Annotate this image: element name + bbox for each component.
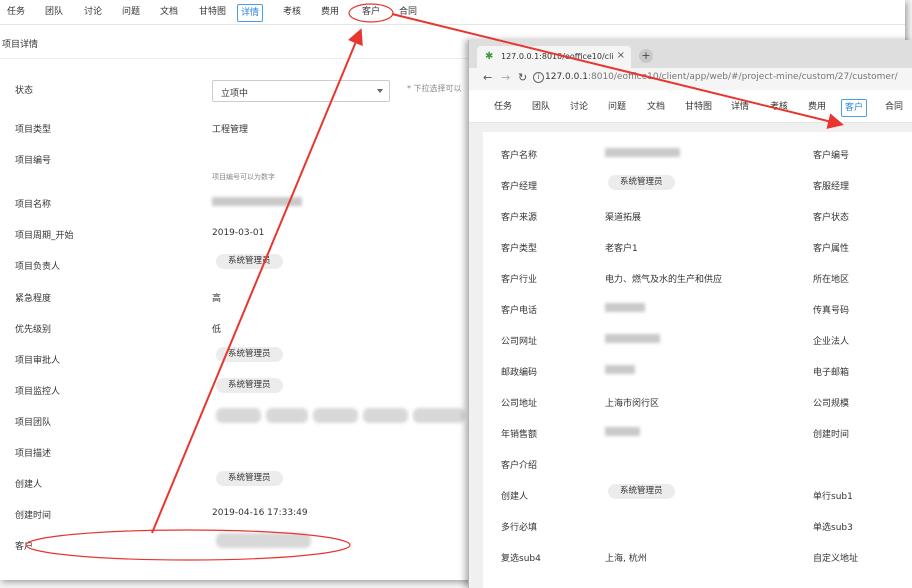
customer-field-circle [25,529,351,561]
annotation-arrow [151,28,363,534]
customer-tab-circle [348,3,394,23]
annotation-overlay [25,3,844,561]
annotation-arrow [391,13,844,129]
